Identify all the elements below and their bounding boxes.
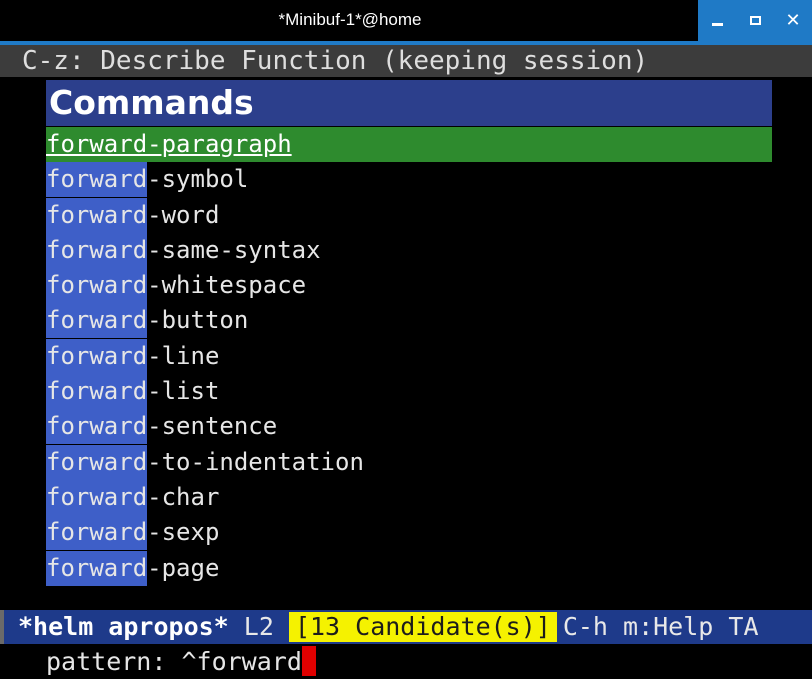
candidate-item[interactable]: forward-to-indentation	[46, 444, 772, 480]
candidate-count-badge: [13 Candidate(s)]	[288, 612, 557, 642]
candidate-match: forward	[46, 232, 148, 268]
candidate-label: forward-paragraph	[46, 130, 292, 158]
candidate-list: forward-paragraph forward-symbol forward…	[46, 127, 772, 586]
emacs-window: *Minibuf-1*@home ✕ C-z: Describe Functio…	[0, 0, 812, 679]
candidate-rest: -sentence	[147, 412, 278, 441]
candidate-item[interactable]: forward-whitespace	[46, 268, 772, 304]
close-icon: ✕	[785, 10, 801, 31]
mode-line: *helm apropos* L2 [13 Candidate(s)] C-h m…	[0, 610, 812, 644]
candidate-match: forward	[46, 197, 148, 233]
maximize-button[interactable]	[736, 0, 774, 41]
candidate-selected[interactable]: forward-paragraph	[46, 127, 772, 163]
candidate-match: forward	[46, 444, 148, 480]
candidate-match: forward	[46, 338, 148, 374]
candidate-match: forward	[46, 550, 148, 586]
candidate-rest: -same-syntax	[147, 235, 321, 264]
candidate-item[interactable]: forward-char	[46, 479, 772, 515]
candidate-item[interactable]: forward-list	[46, 374, 772, 410]
header-line: C-z: Describe Function (keeping session)	[0, 45, 812, 77]
candidate-match: forward	[46, 162, 148, 198]
candidate-rest: -page	[147, 553, 220, 582]
candidate-rest: -sexp	[147, 518, 220, 547]
title-bar[interactable]: *Minibuf-1*@home ✕	[0, 0, 812, 41]
candidate-item[interactable]: forward-same-syntax	[46, 232, 772, 268]
pattern-input[interactable]: ^forward	[181, 647, 301, 676]
candidate-match: forward	[46, 303, 148, 339]
candidate-item[interactable]: forward-line	[46, 338, 772, 374]
candidate-item[interactable]: forward-sexp	[46, 515, 772, 551]
fringe	[772, 77, 812, 610]
text-cursor	[301, 646, 316, 676]
candidate-item[interactable]: forward-symbol	[46, 162, 772, 198]
helm-section-header: Commands	[46, 80, 772, 126]
mode-line-buffer-name[interactable]: *helm apropos*	[18, 612, 229, 641]
mode-line-help[interactable]: C-h m:Help TA	[563, 612, 759, 641]
candidate-item[interactable]: forward-sentence	[46, 409, 772, 445]
minibuffer[interactable]: pattern: ^forward	[46, 645, 772, 679]
candidate-match: forward	[46, 409, 148, 445]
candidate-rest: -line	[147, 341, 220, 370]
window-title: *Minibuf-1*@home	[278, 10, 422, 29]
minimize-button[interactable]	[698, 0, 736, 41]
candidate-match: forward	[46, 268, 148, 304]
mode-line-line-number: L2	[243, 612, 274, 641]
candidate-rest: -list	[147, 377, 220, 406]
maximize-icon	[749, 16, 761, 25]
candidate-item[interactable]: forward-page	[46, 550, 772, 586]
candidate-item[interactable]: forward-word	[46, 197, 772, 233]
candidate-rest: -char	[147, 482, 220, 511]
candidate-rest: -symbol	[147, 165, 249, 194]
candidate-rest: -word	[147, 200, 220, 229]
close-button[interactable]: ✕	[774, 0, 812, 41]
candidate-rest: -button	[147, 306, 249, 335]
candidate-rest: -to-indentation	[147, 447, 364, 476]
candidate-match: forward	[46, 374, 148, 410]
candidate-match: forward	[46, 479, 148, 515]
candidate-match: forward	[46, 515, 148, 551]
candidate-item[interactable]: forward-button	[46, 303, 772, 339]
candidate-rest: -whitespace	[147, 271, 307, 300]
minimize-icon	[711, 23, 723, 26]
minibuffer-prompt: pattern:	[46, 647, 182, 676]
